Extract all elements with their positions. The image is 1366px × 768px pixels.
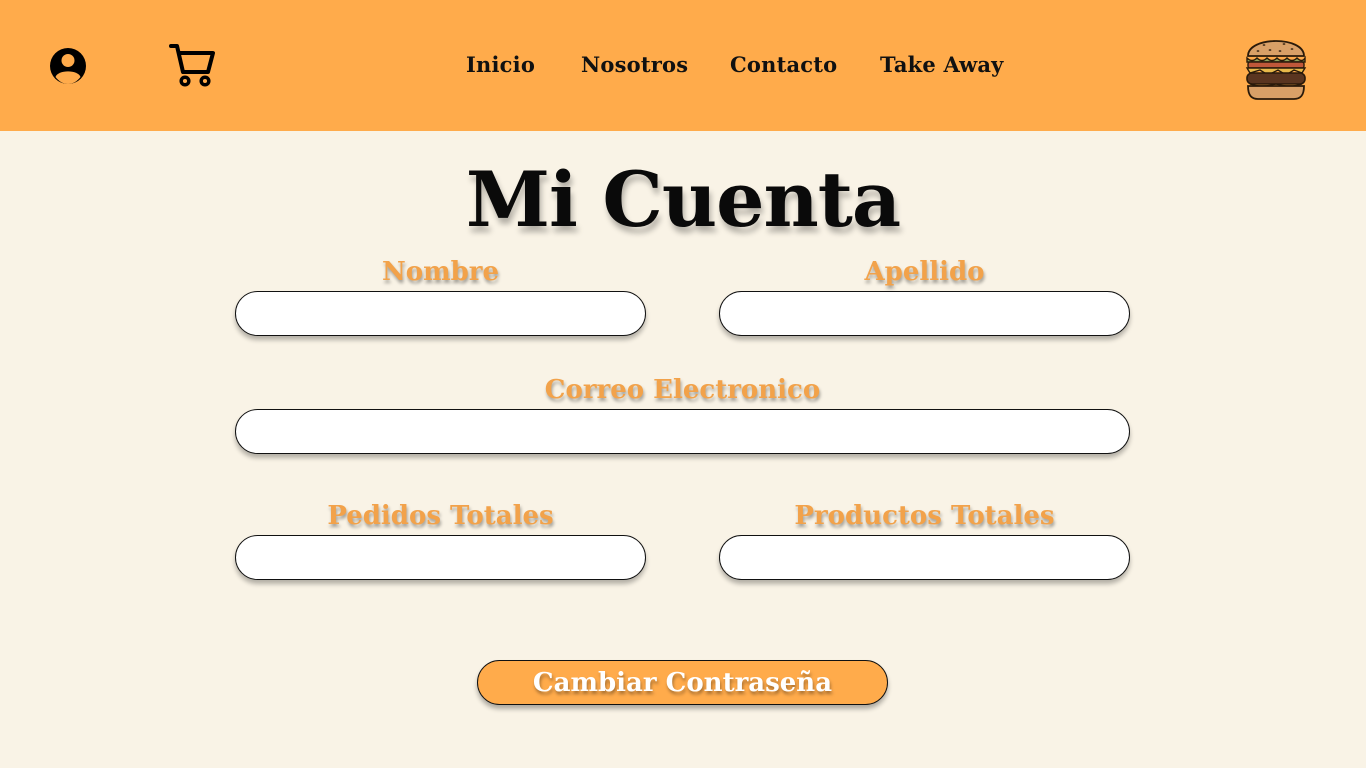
burger-logo-icon[interactable] [1242,26,1310,104]
page-title: Mi Cuenta [465,155,901,244]
nav-item-inicio[interactable]: Inicio [466,48,535,82]
nav-item-nosotros[interactable]: Nosotros [581,48,688,82]
productos-totales-label: Productos Totales [794,501,1055,531]
correo-label: Correo Electronico [544,375,821,405]
change-password-button[interactable]: Cambiar Contraseña [477,660,888,705]
main-navigation: Inicio Nosotros Contacto Take Away [0,48,1366,82]
apellido-input[interactable] [719,291,1130,336]
correo-input[interactable] [235,409,1130,454]
nav-item-contacto[interactable]: Contacto [730,48,837,82]
productos-totales-input[interactable] [719,535,1130,580]
nombre-label: Nombre [381,257,500,287]
nav-item-take-away[interactable]: Take Away [880,48,1004,82]
pedidos-totales-label: Pedidos Totales [327,501,554,531]
nombre-input[interactable] [235,291,646,336]
pedidos-totales-input[interactable] [235,535,646,580]
apellido-label: Apellido [864,257,985,287]
burger-icon [1245,40,1307,100]
top-header: Inicio Nosotros Contacto Take Away [0,0,1366,131]
